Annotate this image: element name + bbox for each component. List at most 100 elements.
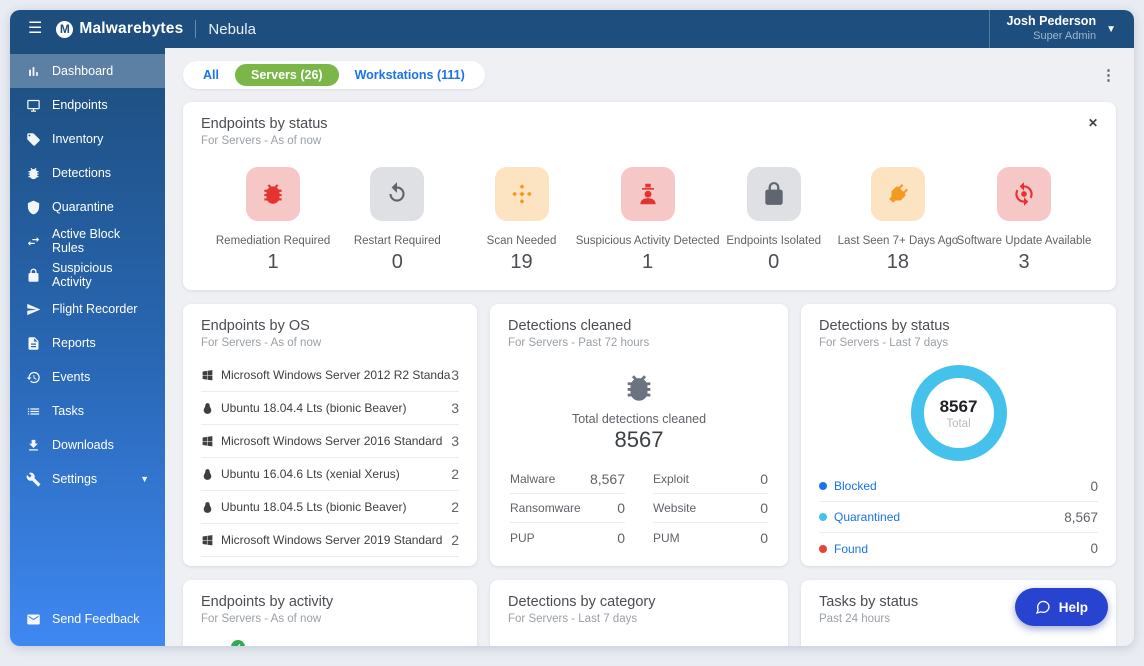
stat-value: 0 bbox=[760, 500, 768, 516]
tile-restart-required[interactable]: Restart Required 0 bbox=[335, 167, 459, 274]
detection-type-stats: Malware 8,567 Ransomware 0 PUP 0 Exploit… bbox=[490, 453, 788, 552]
tile-value: 3 bbox=[1018, 251, 1030, 273]
card-title: Detections by category bbox=[508, 594, 656, 610]
sidebar-item-events[interactable]: Events bbox=[10, 360, 165, 394]
sidebar-item-label: Reports bbox=[52, 336, 96, 350]
os-row[interactable]: Ubuntu 18.04.5 Lts (bionic Beaver) 2 bbox=[201, 491, 459, 524]
sidebar-item-label: Endpoints bbox=[52, 98, 108, 112]
windows-icon bbox=[202, 435, 213, 446]
os-count: 3 bbox=[451, 367, 459, 383]
help-button[interactable]: Help bbox=[1014, 588, 1108, 626]
stat-label: Exploit bbox=[653, 472, 690, 486]
tile-scan-needed[interactable]: Scan Needed 19 bbox=[459, 167, 583, 274]
tab-all[interactable]: All bbox=[187, 64, 235, 86]
stat-label: Malware bbox=[510, 472, 556, 486]
tag-icon bbox=[27, 132, 40, 146]
sidebar-item-label: Active Block Rules bbox=[52, 227, 121, 255]
tile-endpoints-isolated[interactable]: Endpoints Isolated 0 bbox=[712, 167, 836, 274]
tile-value: 18 bbox=[886, 251, 910, 273]
legend-row-blocked[interactable]: Blocked 0 bbox=[819, 471, 1098, 502]
legend-row-quarantined[interactable]: Quarantined 8,567 bbox=[819, 502, 1098, 533]
os-name: Ubuntu 18.04.4 Lts (bionic Beaver) bbox=[221, 401, 407, 415]
sidebar-item-downloads[interactable]: Downloads bbox=[10, 428, 165, 462]
download-icon bbox=[29, 439, 38, 450]
legend-label[interactable]: Blocked bbox=[834, 479, 1090, 493]
malwarebytes-logo-icon: M bbox=[56, 20, 74, 38]
legend-label[interactable]: Quarantined bbox=[834, 510, 1064, 524]
os-row[interactable]: Ubuntu 16.04.6 Lts (xenial Xerus) 2 bbox=[201, 458, 459, 491]
monitor-icon bbox=[27, 99, 40, 112]
stat-value: 0 bbox=[760, 471, 768, 487]
chevron-down-icon[interactable]: ▼ bbox=[1106, 24, 1116, 35]
sidebar-item-label: Detections bbox=[52, 166, 112, 180]
tile-value: 0 bbox=[391, 251, 403, 273]
card-detections-by-category: Detections by category For Servers - Las… bbox=[490, 580, 788, 646]
os-name: Ubuntu 16.04.6 Lts (xenial Xerus) bbox=[221, 467, 400, 481]
sidebar-item-settings[interactable]: Settings ▼ bbox=[10, 462, 165, 496]
legend-label[interactable]: Found bbox=[834, 542, 1090, 556]
sidebar-item-active-block-rules[interactable]: Active Block Rules bbox=[10, 224, 165, 258]
tile-label: Restart Required bbox=[353, 235, 441, 247]
card-endpoints-by-activity: Endpoints by activity For Servers - As o… bbox=[183, 580, 477, 646]
tile-last-seen-7-days[interactable]: Last Seen 7+ Days Ago 18 bbox=[836, 167, 960, 274]
category-label[interactable]: Malware bbox=[510, 646, 555, 647]
card-title: Endpoints by activity bbox=[201, 594, 334, 610]
list-icon bbox=[27, 407, 40, 415]
scan-target-icon bbox=[511, 184, 532, 204]
tab-workstations[interactable]: Workstations (111) bbox=[339, 64, 481, 86]
user-role: Super Admin bbox=[1033, 29, 1097, 42]
os-count: 3 bbox=[451, 400, 459, 416]
legend-row-found[interactable]: Found 0 bbox=[819, 533, 1098, 564]
os-row[interactable]: Microsoft Windows Server 2012 R2 Standar… bbox=[201, 359, 459, 392]
stat-label: Ransomware bbox=[510, 501, 581, 515]
restart-icon bbox=[389, 182, 405, 202]
sidebar-item-flight-recorder[interactable]: Flight Recorder bbox=[10, 292, 165, 326]
windows-icon bbox=[202, 534, 213, 545]
swap-arrows-icon bbox=[27, 236, 40, 246]
os-row[interactable]: Ubuntu 18.04.4 Lts (bionic Beaver) 3 bbox=[201, 392, 459, 425]
sidebar-item-suspicious-activity[interactable]: Suspicious Activity bbox=[10, 258, 165, 292]
sidebar-item-label: Dashboard bbox=[52, 64, 114, 78]
close-icon[interactable]: ✕ bbox=[1088, 116, 1098, 130]
os-name: Microsoft Windows Server 2016 Standard bbox=[221, 434, 443, 448]
tile-label: Suspicious Activity Detected bbox=[575, 235, 720, 247]
sidebar-item-inventory[interactable]: Inventory bbox=[10, 122, 165, 156]
sidebar-item-label: Tasks bbox=[52, 404, 84, 418]
hamburger-menu-icon[interactable]: ☰ bbox=[28, 21, 42, 37]
product-name: Nebula bbox=[208, 20, 256, 38]
os-count: 2 bbox=[451, 565, 459, 566]
os-row[interactable]: Microsoft Windows Server 2019 Standard 2 bbox=[201, 524, 459, 557]
legend-value: 8,567 bbox=[1064, 509, 1098, 525]
kebab-menu-icon[interactable]: ⋮ bbox=[1101, 68, 1116, 83]
tile-suspicious-activity-detected[interactable]: Suspicious Activity Detected 1 bbox=[576, 167, 720, 274]
os-row[interactable]: Microsoft Windows Server 2016 Standard 3 bbox=[201, 425, 459, 458]
os-row[interactable]: Debian Gnu/linux 8 (jessie) 2 bbox=[201, 557, 459, 566]
sidebar-item-label: Inventory bbox=[52, 132, 104, 146]
lock-icon bbox=[765, 182, 783, 205]
user-block[interactable]: Josh Pederson Super Admin bbox=[1006, 14, 1096, 43]
tile-value: 0 bbox=[768, 251, 780, 273]
monitor-check-icon: ✓ bbox=[203, 640, 245, 646]
sidebar-item-tasks[interactable]: Tasks bbox=[10, 394, 165, 428]
sidebar-item-send-feedback[interactable]: Send Feedback bbox=[10, 602, 165, 636]
sidebar-item-reports[interactable]: Reports bbox=[10, 326, 165, 360]
category-row-malware[interactable]: Malware 8,567 bbox=[490, 631, 788, 646]
sidebar-item-endpoints[interactable]: Endpoints bbox=[10, 88, 165, 122]
tile-label: Endpoints Isolated bbox=[726, 235, 822, 247]
sidebar-item-detections[interactable]: Detections bbox=[10, 156, 165, 190]
brand-logo: M Malwarebytes bbox=[56, 20, 183, 38]
windows-icon bbox=[202, 369, 213, 380]
tab-servers[interactable]: Servers (26) bbox=[234, 64, 339, 86]
os-count: 2 bbox=[451, 466, 459, 482]
tile-remediation-required[interactable]: Remediation Required 1 bbox=[211, 167, 335, 274]
sidebar-item-quarantine[interactable]: Quarantine bbox=[10, 190, 165, 224]
sidebar-item-dashboard[interactable]: Dashboard bbox=[10, 54, 165, 88]
bug-icon bbox=[28, 167, 39, 179]
user-menu[interactable]: Josh Pederson Super Admin ▼ bbox=[989, 10, 1116, 48]
tile-value: 1 bbox=[642, 251, 654, 273]
card-endpoints-by-status: Endpoints by status For Servers - As of … bbox=[183, 102, 1116, 290]
card-subtitle: For Servers - As of now bbox=[201, 135, 322, 147]
tile-software-update-available[interactable]: Software Update Available 3 bbox=[957, 167, 1091, 274]
card-subtitle: For Servers - As of now bbox=[201, 613, 322, 625]
chat-bubble-icon bbox=[1035, 600, 1050, 615]
